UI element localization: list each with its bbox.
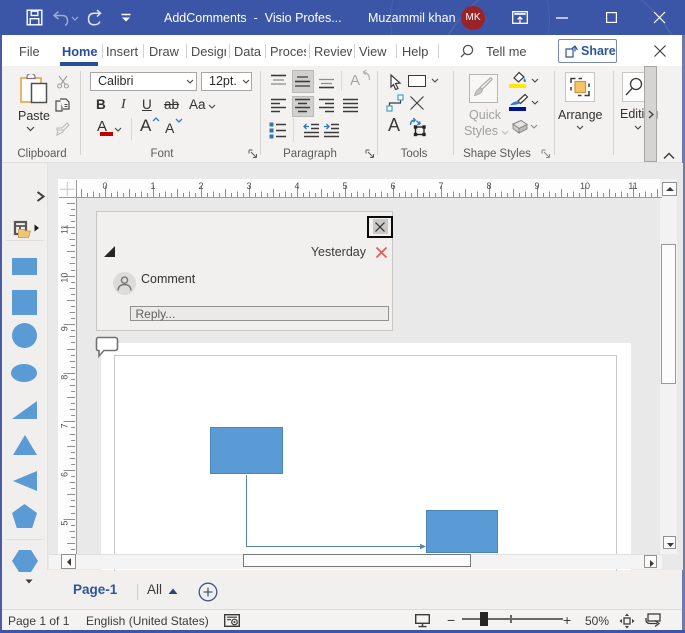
svg-text:7: 7 (60, 423, 70, 428)
svg-text:9: 9 (60, 326, 70, 331)
svg-text:0: 0 (102, 181, 107, 191)
svg-text:4: 4 (294, 181, 299, 191)
svg-text:10: 10 (580, 181, 590, 191)
svg-text:11: 11 (628, 181, 637, 191)
svg-text:3: 3 (246, 181, 251, 191)
svg-text:7: 7 (438, 181, 443, 191)
svg-text:9: 9 (534, 181, 539, 191)
svg-text:11: 11 (60, 225, 70, 234)
svg-text:8: 8 (486, 181, 491, 191)
svg-text:5: 5 (60, 521, 70, 526)
svg-text:1: 1 (150, 181, 155, 191)
svg-text:2: 2 (198, 181, 203, 191)
svg-text:6: 6 (60, 472, 70, 477)
svg-text:5: 5 (342, 181, 347, 191)
svg-text:8: 8 (60, 375, 70, 380)
svg-text:6: 6 (390, 181, 395, 191)
svg-text:10: 10 (60, 273, 70, 283)
